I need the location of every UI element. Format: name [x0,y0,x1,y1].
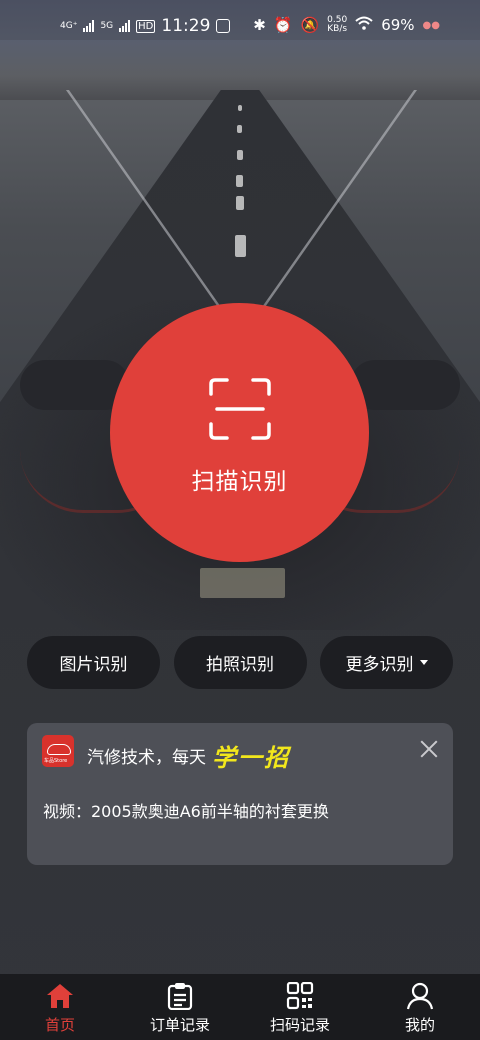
caret-down-icon [419,660,428,665]
tip-title-highlight: 学一招 [212,744,290,772]
status-bar: 4G⁺ 5G HD 11:29 ✱ ⏰ 🔕 0.50 KB/s 69% ●● [0,0,480,54]
home-icon [47,984,73,1008]
close-icon[interactable] [417,737,441,761]
lane-dash [238,105,242,111]
status-right: ✱ ⏰ 🔕 0.50 KB/s 69% ●● [253,16,440,35]
app-icons: ●● [422,19,440,31]
tab-scan-records-label: 扫码记录 [269,1016,330,1034]
tab-home-label: 首页 [44,1016,75,1034]
app-notification-icon [216,19,231,33]
tab-orders-label: 订单记录 [149,1016,210,1034]
status-left: 4G⁺ 5G HD 11:29 [60,16,231,36]
signal-icon [83,20,95,32]
tip-title: 汽修技术，每天 学一招 [87,738,290,773]
scan-button[interactable]: 扫描识别 [110,303,369,562]
clock: 11:29 [161,16,211,36]
net-speed-unit: KB/s [327,24,348,34]
lane-dash [237,150,243,160]
lane-dash [235,235,246,257]
license-plate [200,568,285,598]
photo-recognition-button[interactable]: 拍照识别 [173,636,307,689]
lane-dash [236,175,243,187]
tab-mine-label: 我的 [404,1016,435,1034]
recognition-options: 图片识别 拍照识别 更多识别 [27,636,453,689]
logo-text: 车品Store [44,758,68,764]
scan-label: 扫描识别 [191,469,288,495]
alarm-icon: ⏰ [273,16,293,34]
wifi-icon [355,16,373,34]
tab-scan-records[interactable]: 扫码记录 [240,974,360,1040]
battery-level: 69% [381,16,415,34]
bluetooth-icon: ✱ [253,16,266,34]
network-5g-label: 5G [100,20,114,31]
tip-card[interactable]: 车品Store 汽修技术，每天 学一招 视频：2005款奥迪A6前半轴的衬套更换 [27,723,453,865]
photo-recognition-label: 拍照识别 [206,655,274,675]
tip-title-text: 汽修技术，每天 [87,748,206,768]
qr-code-icon [286,982,314,1010]
mute-icon: 🔕 [300,16,320,34]
more-recognition-button[interactable]: 更多识别 [320,636,453,689]
scan-frame-icon [208,378,271,440]
network-4g-label: 4G⁺ [60,20,78,31]
tab-orders[interactable]: 订单记录 [120,974,240,1040]
image-recognition-button[interactable]: 图片识别 [27,636,160,689]
car-logo-icon [47,744,71,755]
lane-dash [236,196,244,210]
hd-badge: HD [136,19,156,33]
signal-icon [119,20,131,32]
more-recognition-label: 更多识别 [345,655,414,675]
clipboard-list-icon [167,983,193,1010]
tab-home[interactable]: 首页 [0,974,120,1040]
tab-mine[interactable]: 我的 [360,974,480,1040]
user-icon [406,982,434,1010]
brand-logo: 车品Store [42,735,74,767]
lane-dash [237,125,242,133]
video-link[interactable]: 视频：2005款奥迪A6前半轴的衬套更换 [43,798,329,822]
bottom-nav: 首页 订单记录 扫码记录 我的 [0,974,480,1040]
image-recognition-label: 图片识别 [59,655,128,675]
